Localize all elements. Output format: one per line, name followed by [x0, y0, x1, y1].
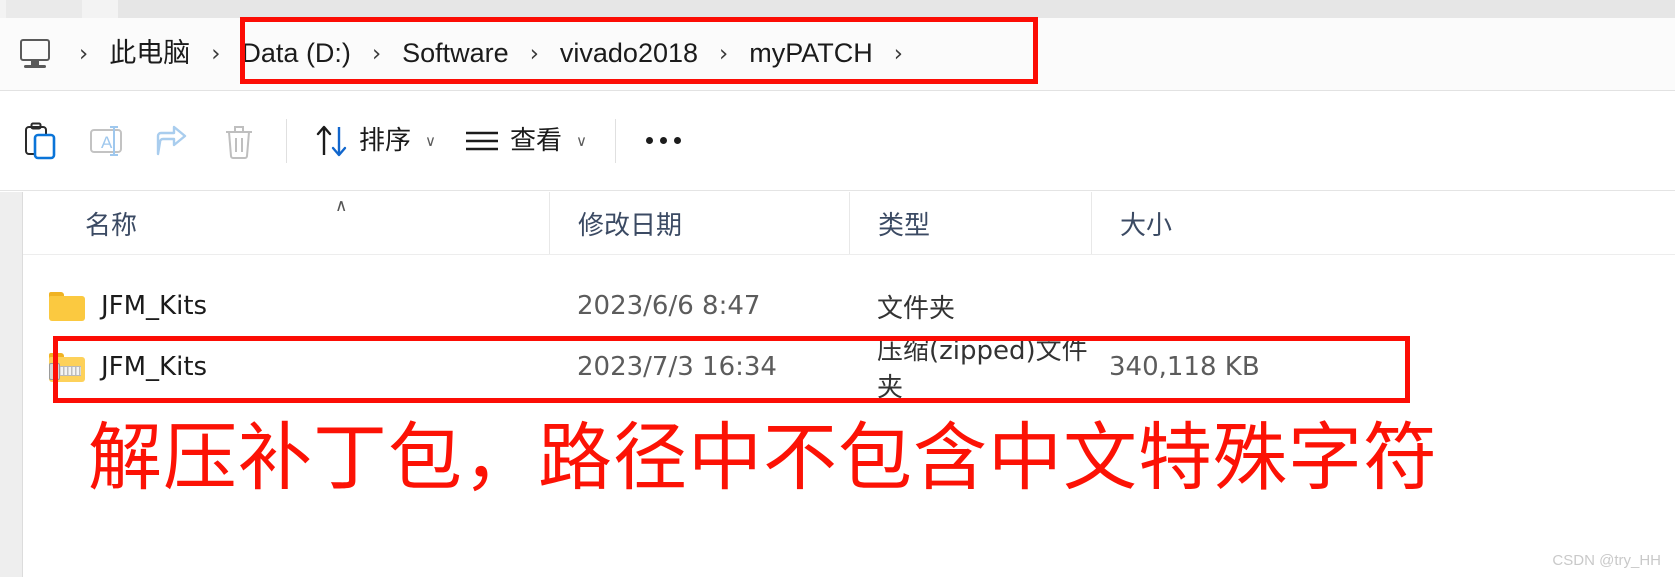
chevron-down-icon: ∨ [425, 131, 436, 150]
breadcrumb-separator-0: › [79, 40, 89, 67]
sort-ascending-indicator: ∧ [335, 196, 348, 216]
column-header-name[interactable]: 名称 ∧ [23, 192, 549, 254]
tab-strip [0, 0, 1675, 18]
file-explorer-window: › 此电脑 › Data (D:) › Software › vivado201… [0, 0, 1675, 577]
breadcrumb-separator-2: › [371, 40, 382, 67]
column-header-type-label: 类型 [878, 210, 931, 241]
table-row[interactable]: JFM_Kits 2023/6/6 8:47 文件夹 [23, 277, 1675, 335]
chevron-down-icon-view: ∨ [576, 131, 587, 150]
row-type-cell: 文件夹 [877, 293, 956, 324]
breadcrumb-separator-4: › [719, 40, 729, 67]
breadcrumb-item-mypatch[interactable]: myPATCH [743, 37, 879, 71]
column-header-name-label: 名称 [85, 210, 138, 241]
breadcrumb-item-this-pc[interactable]: 此电脑 [103, 37, 196, 71]
rename-icon: A [90, 125, 122, 156]
toolbar-divider-2 [615, 118, 616, 163]
breadcrumb-separator-1: › [211, 40, 221, 67]
file-name: JFM_Kits [101, 291, 208, 321]
navigation-rail [0, 192, 23, 577]
row-type-cell: 压缩(zipped)文件夹 [877, 336, 1088, 403]
view-label: 查看 [510, 125, 563, 156]
file-list: 名称 ∧ 修改日期 类型 大小 JFM_Kits 2023/6/6 8:47 文… [23, 192, 1675, 577]
rename-button[interactable]: A [74, 111, 140, 171]
breadcrumb-item-software[interactable]: Software [396, 37, 515, 71]
column-header-size[interactable]: 大小 [1091, 192, 1273, 254]
breadcrumb-separator-5: › [893, 40, 903, 67]
this-pc-icon [18, 39, 52, 69]
ellipsis-icon [645, 137, 681, 144]
column-header-date-label: 修改日期 [578, 210, 683, 241]
sort-button[interactable]: 排序 ∨ [301, 111, 450, 171]
toolbar-divider-1 [286, 118, 287, 163]
paste-icon [25, 122, 56, 159]
zipped-folder-icon [49, 352, 85, 382]
sort-label: 排序 [359, 125, 412, 156]
svg-text:A: A [101, 133, 113, 152]
column-header-size-label: 大小 [1120, 210, 1173, 241]
row-size-cell: 340,118 KB [1109, 352, 1260, 382]
address-bar[interactable]: › 此电脑 › Data (D:) › Software › vivado201… [0, 18, 1675, 91]
row-date-cell: 2023/7/3 16:34 [577, 352, 777, 382]
breadcrumb-item-data-d[interactable]: Data (D:) [235, 37, 357, 71]
row-name-cell: JFM_Kits [23, 291, 549, 321]
share-icon [156, 125, 187, 155]
share-button[interactable] [140, 111, 206, 171]
row-date-cell: 2023/6/6 8:47 [577, 291, 761, 321]
tab-inactive[interactable] [6, 0, 82, 18]
column-header-row: 名称 ∧ 修改日期 类型 大小 [23, 192, 1675, 255]
sort-icon [316, 125, 347, 156]
watermark: CSDN @try_HH [1552, 552, 1661, 569]
paste-button[interactable] [8, 111, 74, 171]
folder-icon [49, 291, 85, 321]
annotation-text: 解压补丁包，路径中不包含中文特殊字符 [88, 415, 1438, 501]
file-name: JFM_Kits [101, 352, 208, 382]
breadcrumb-item-vivado2018[interactable]: vivado2018 [554, 37, 704, 71]
row-name-cell: JFM_Kits [23, 352, 549, 382]
column-header-type[interactable]: 类型 [849, 192, 1091, 254]
overflow-menu-button[interactable] [630, 111, 696, 171]
delete-button[interactable] [206, 111, 272, 171]
view-list-icon [466, 131, 498, 150]
column-header-date[interactable]: 修改日期 [549, 192, 849, 254]
table-row[interactable]: JFM_Kits 2023/7/3 16:34 压缩(zipped)文件夹 34… [23, 336, 1675, 403]
command-toolbar: A 排序 ∨ 查看 ∨ [0, 91, 1675, 191]
view-button[interactable]: 查看 ∨ [450, 111, 601, 171]
tab-active[interactable] [118, 0, 1675, 18]
trash-icon [226, 125, 252, 159]
breadcrumb-separator-3: › [529, 40, 539, 67]
